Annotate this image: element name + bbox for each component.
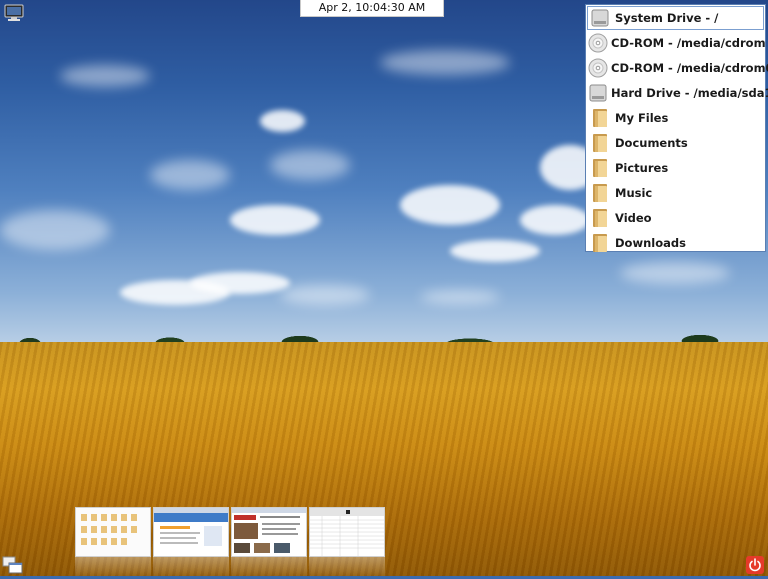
cloud xyxy=(260,110,305,132)
place-cdrom[interactable]: CD-ROM - /media/cdrom xyxy=(587,31,766,55)
place-cdrom0[interactable]: CD-ROM - /media/cdrom0 xyxy=(587,56,768,80)
browser-thumbnail[interactable] xyxy=(153,507,229,557)
folder-icon xyxy=(588,181,612,205)
web-page-thumbnail[interactable] xyxy=(231,507,307,557)
power-icon xyxy=(749,558,761,572)
cloud xyxy=(270,150,350,180)
cloud xyxy=(0,210,110,250)
cloud xyxy=(450,240,540,262)
computer-icon[interactable] xyxy=(4,4,24,22)
place-downloads[interactable]: Downloads xyxy=(587,231,764,255)
cloud xyxy=(400,185,500,225)
thumbnail-reflection xyxy=(231,557,307,576)
show-desktop-button[interactable] xyxy=(2,555,24,575)
place-music[interactable]: Music xyxy=(587,181,764,205)
cloud xyxy=(150,160,230,190)
cloud xyxy=(280,285,370,305)
folder-icon xyxy=(588,106,612,130)
cloud xyxy=(520,205,590,235)
thumbnail-reflection xyxy=(153,557,229,576)
place-hard-drive[interactable]: Hard Drive - /media/sda1 xyxy=(587,81,768,105)
folder-icon xyxy=(588,231,612,255)
cdrom-icon xyxy=(588,31,608,55)
drive-icon xyxy=(588,6,612,30)
folder-icon xyxy=(588,156,612,180)
cdrom-icon xyxy=(588,56,608,80)
cloud xyxy=(620,262,730,284)
power-button[interactable] xyxy=(746,556,764,574)
place-label: Pictures xyxy=(615,161,669,175)
cloud xyxy=(230,205,320,235)
cloud xyxy=(380,50,510,75)
spreadsheet-thumbnail[interactable] xyxy=(309,507,385,557)
file-manager-thumbnail[interactable] xyxy=(75,507,151,557)
place-label: Video xyxy=(615,211,652,225)
place-label: CD-ROM - /media/cdrom xyxy=(611,36,766,50)
place-system-drive[interactable]: System Drive - / xyxy=(587,6,764,30)
place-documents[interactable]: Documents xyxy=(587,131,764,155)
place-label: Music xyxy=(615,186,653,200)
place-label: Documents xyxy=(615,136,688,150)
place-label: My Files xyxy=(615,111,669,125)
cloud xyxy=(60,65,150,87)
folder-icon xyxy=(588,131,612,155)
places-menu: System Drive - / CD-ROM - /media/cdrom C… xyxy=(585,4,768,255)
place-label: CD-ROM - /media/cdrom0 xyxy=(611,61,768,75)
clock[interactable]: Apr 2, 10:04:30 AM xyxy=(300,0,444,17)
place-pictures[interactable]: Pictures xyxy=(587,156,764,180)
thumbnail-reflection xyxy=(309,557,385,576)
drive-icon xyxy=(588,81,608,105)
cloud xyxy=(420,290,500,304)
place-label: Hard Drive - /media/sda1 xyxy=(611,86,768,100)
thumbnail-reflection xyxy=(75,557,151,576)
place-label: Downloads xyxy=(615,236,686,250)
folder-icon xyxy=(588,206,612,230)
place-label: System Drive - / xyxy=(615,11,719,25)
place-video[interactable]: Video xyxy=(587,206,764,230)
place-my-files[interactable]: My Files xyxy=(587,106,764,130)
cloud xyxy=(190,272,290,294)
